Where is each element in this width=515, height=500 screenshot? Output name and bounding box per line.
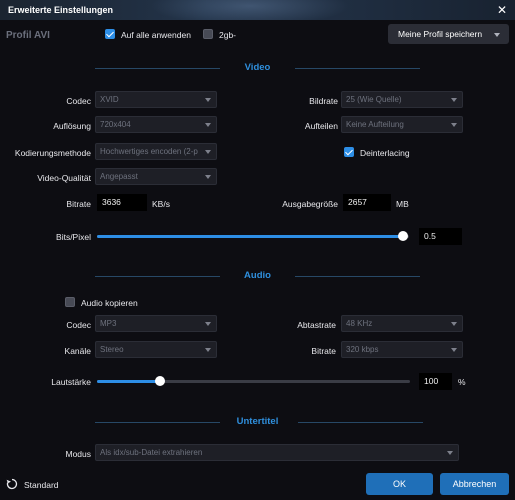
section-divider	[95, 276, 220, 277]
channels-value: Stereo	[100, 345, 124, 354]
reset-default-label: Standard	[24, 480, 59, 490]
output-size-label: Ausgabegröße	[282, 199, 338, 209]
subtitle-mode-value: Als idx/sub-Datei extrahieren	[100, 448, 203, 457]
chevron-down-icon	[205, 123, 211, 127]
subtitle-mode-label: Modus	[65, 449, 91, 459]
encoding-method-value: Hochwertiges encoden (2-p	[100, 147, 198, 156]
volume-unit: %	[458, 377, 466, 387]
audio-codec-label: Codec	[66, 320, 91, 330]
chevron-down-icon	[451, 98, 457, 102]
bits-per-pixel-slider[interactable]	[97, 235, 409, 238]
subtitle-mode-select[interactable]: Als idx/sub-Datei extrahieren	[95, 444, 459, 461]
bits-per-pixel-thumb[interactable]	[398, 231, 408, 241]
framerate-value: 25 (Wie Quelle)	[346, 95, 402, 104]
copy-audio-label: Audio kopieren	[81, 298, 138, 308]
audio-codec-select[interactable]: MP3	[95, 315, 217, 332]
reset-default-button[interactable]: Standard	[6, 477, 66, 493]
title-bar-decoration	[150, 0, 350, 20]
volume-input[interactable]: 100	[419, 373, 452, 390]
framerate-select[interactable]: 25 (Wie Quelle)	[341, 91, 463, 108]
save-profile-button[interactable]: Meine Profil speichern	[388, 24, 509, 44]
chevron-down-icon	[451, 322, 457, 326]
bits-per-pixel-fill	[97, 235, 403, 238]
channels-select[interactable]: Stereo	[95, 341, 217, 358]
section-divider	[95, 422, 220, 423]
encoding-method-select[interactable]: Hochwertiges encoden (2-p	[95, 143, 217, 160]
deinterlacing-label: Deinterlacing	[360, 148, 410, 158]
section-divider	[295, 276, 420, 277]
cancel-button[interactable]: Abbrechen	[440, 473, 509, 495]
window-title: Erweiterte Einstellungen	[8, 5, 114, 15]
resolution-value: 720x404	[100, 120, 131, 129]
apply-all-label: Auf alle anwenden	[121, 30, 191, 40]
chevron-down-icon	[205, 322, 211, 326]
reset-icon	[6, 478, 18, 490]
video-bitrate-input[interactable]: 3636	[97, 194, 147, 211]
chevron-down-icon	[451, 348, 457, 352]
video-section-title: Video	[244, 62, 271, 73]
video-codec-label: Codec	[66, 96, 91, 106]
deinterlacing-checkbox[interactable]	[344, 147, 354, 157]
chevron-down-icon	[205, 348, 211, 352]
split-2gb-checkbox[interactable]	[203, 29, 213, 39]
encoding-method-label: Kodierungsmethode	[14, 148, 91, 158]
split-2gb-label: 2gb-	[219, 30, 237, 40]
video-bitrate-label: Bitrate	[66, 199, 91, 209]
output-size-input[interactable]: 2657	[343, 194, 391, 211]
resolution-select[interactable]: 720x404	[95, 116, 217, 133]
chevron-down-icon	[451, 123, 457, 127]
ok-button[interactable]: OK	[366, 473, 433, 495]
section-divider	[295, 68, 420, 69]
audio-bitrate-select[interactable]: 320 kbps	[341, 341, 463, 358]
video-bitrate-unit: KB/s	[152, 199, 170, 209]
resolution-label: Auflösung	[53, 121, 91, 131]
section-divider	[95, 68, 220, 69]
video-codec-select[interactable]: XVID	[95, 91, 217, 108]
chevron-down-icon	[205, 98, 211, 102]
chevron-down-icon	[205, 175, 211, 179]
chevron-down-icon	[447, 451, 453, 455]
bits-per-pixel-input[interactable]: 0.5	[419, 228, 462, 245]
section-divider	[298, 422, 423, 423]
channels-label: Kanäle	[64, 346, 91, 356]
audio-section-title: Audio	[244, 270, 271, 281]
audio-bitrate-value: 320 kbps	[346, 345, 379, 354]
sample-rate-select[interactable]: 48 KHz	[341, 315, 463, 332]
video-codec-value: XVID	[100, 95, 119, 104]
bits-per-pixel-label: Bits/Pixel	[56, 232, 91, 242]
sample-rate-value: 48 KHz	[346, 319, 373, 328]
save-profile-label: Meine Profil speichern	[398, 29, 483, 39]
audio-codec-value: MP3	[100, 319, 117, 328]
subtitles-section-title: Untertitel	[236, 416, 279, 427]
apply-all-checkbox[interactable]	[105, 29, 115, 39]
title-bar: Erweiterte Einstellungen ✕	[0, 0, 515, 20]
close-button[interactable]: ✕	[495, 3, 509, 17]
framerate-label: Bildrate	[309, 96, 338, 106]
volume-slider[interactable]	[97, 380, 410, 383]
chevron-down-icon	[205, 150, 211, 154]
split-label: Aufteilen	[304, 121, 338, 131]
volume-fill	[97, 380, 160, 383]
output-size-unit: MB	[396, 199, 409, 209]
audio-bitrate-label: Bitrate	[311, 346, 336, 356]
sample-rate-label: Abtastrate	[297, 320, 336, 330]
chevron-down-icon	[494, 33, 500, 37]
volume-thumb[interactable]	[155, 376, 165, 386]
split-select[interactable]: Keine Aufteilung	[341, 116, 463, 133]
split-value: Keine Aufteilung	[346, 120, 404, 129]
video-quality-value: Angepasst	[100, 172, 138, 181]
volume-label: Lautstärke	[51, 377, 91, 387]
footer	[0, 468, 515, 500]
video-quality-select[interactable]: Angepasst	[95, 168, 217, 185]
copy-audio-checkbox[interactable]	[65, 297, 75, 307]
video-quality-label: Video-Qualität	[37, 173, 91, 183]
profile-label: Profil AVI	[6, 30, 50, 41]
